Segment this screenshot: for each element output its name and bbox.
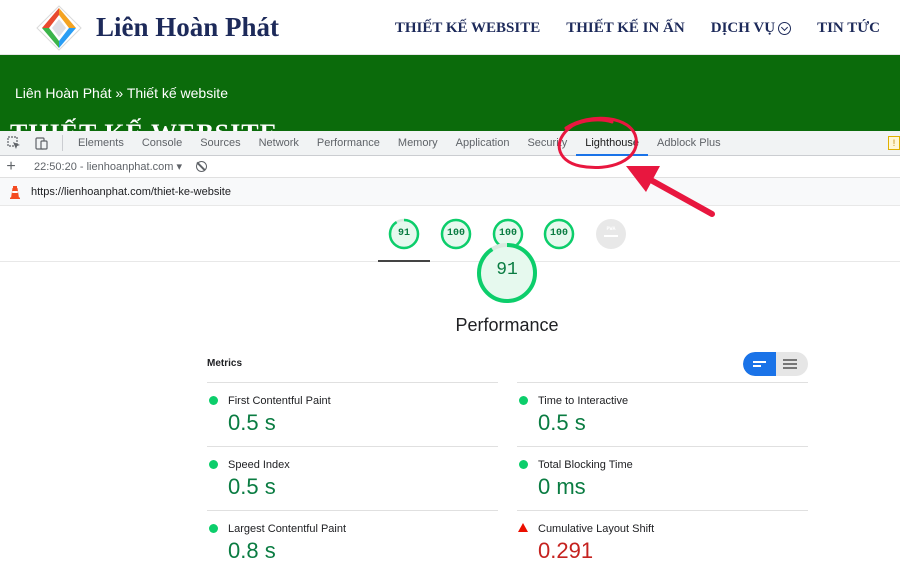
page: Liên Hoàn Phát THIẾT KẾ WEBSITE THIẾT KẾ… [0, 0, 900, 571]
brand-logo-icon[interactable] [36, 5, 82, 51]
gauge-accessibility[interactable]: 100 [440, 218, 472, 250]
gauge-performance[interactable]: 91 [388, 218, 420, 250]
new-report-icon[interactable]: + [0, 158, 22, 176]
divider [62, 135, 63, 151]
compact-view-icon[interactable] [743, 352, 776, 376]
metric-name: Cumulative Layout Shift [538, 523, 655, 535]
tab-application[interactable]: Application [447, 131, 519, 156]
pass-indicator-icon [209, 524, 218, 533]
main-nav: THIẾT KẾ WEBSITE THIẾT KẾ IN ẤN DỊCH VỤ … [395, 20, 880, 37]
tab-sources[interactable]: Sources [191, 131, 249, 156]
metric-time-to-interactive: Time to Interactive 0.5 s [517, 383, 808, 447]
metric-value: 0 ms [538, 474, 586, 499]
report-url[interactable]: https://lienhoanphat.com/thiet-ke-websit… [31, 186, 231, 198]
metric-first-contentful-paint: First Contentful Paint 0.5 s [207, 383, 498, 447]
site-header: Liên Hoàn Phát THIẾT KẾ WEBSITE THIẾT KẾ… [0, 0, 900, 55]
chevron-down-circle-icon [778, 22, 792, 35]
tab-lighthouse[interactable]: Lighthouse [576, 131, 649, 156]
tab-memory[interactable]: Memory [389, 131, 447, 156]
gauge-score: PWA [606, 226, 616, 232]
nav-label: THIẾT KẾ WEBSITE [394, 20, 541, 36]
metric-name: Largest Contentful Paint [228, 523, 347, 535]
metric-cumulative-layout-shift: Cumulative Layout Shift 0.291 [517, 511, 808, 571]
performance-title: Performance [455, 315, 559, 335]
gauge-pwa[interactable]: PWA [595, 218, 627, 250]
tab-elements[interactable]: Elements [69, 131, 133, 156]
report-selector[interactable]: 22:50:20 - lienhoanphat.com ▾ [34, 160, 182, 173]
metric-speed-index: Speed Index 0.5 s [207, 447, 498, 511]
warning-icon[interactable]: ! [888, 136, 900, 150]
pass-indicator-icon [209, 396, 218, 405]
metrics-header: Metrics [207, 358, 243, 369]
page-title: THIẾT KẾ WEBSITE [10, 119, 278, 131]
device-toolbar-icon[interactable] [28, 131, 56, 156]
fail-indicator-icon [518, 523, 528, 532]
nav-print-design[interactable]: THIẾT KẾ IN ẤN [566, 20, 685, 37]
performance-score: 91 [496, 260, 518, 280]
pass-indicator-icon [209, 460, 218, 469]
brand-name[interactable]: Liên Hoàn Phát [96, 12, 279, 43]
gauge-seo[interactable]: 100 [543, 218, 575, 250]
nav-news[interactable]: TIN TỨC [817, 20, 880, 37]
tab-security[interactable]: Security [518, 131, 576, 156]
nav-services[interactable]: DỊCH VỤ [710, 20, 792, 37]
score-gauges: 91 100 100 100 PWA [0, 207, 900, 262]
metric-value: 0.291 [538, 538, 594, 563]
clear-reports-icon[interactable] [196, 161, 208, 172]
gauge-score: 100 [446, 228, 465, 239]
lighthouse-toolbar: + 22:50:20 - lienhoanphat.com ▾ [0, 156, 900, 178]
metric-value: 0.8 s [228, 538, 276, 563]
metric-total-blocking-time: Total Blocking Time 0 ms [517, 447, 808, 511]
nav-label: THIẾT KẾ IN ẤN [566, 20, 685, 36]
gauge-score: 100 [549, 228, 568, 239]
page-banner: Liên Hoàn Phát » Thiết kế website THIẾT … [0, 55, 900, 131]
nav-website-design[interactable]: THIẾT KẾ WEBSITE [395, 20, 540, 37]
expanded-view-icon[interactable] [776, 352, 808, 376]
report-url-bar: https://lienhoanphat.com/thiet-ke-websit… [0, 178, 900, 206]
gauge-score: 91 [397, 228, 410, 239]
pass-indicator-icon [519, 460, 528, 469]
metric-value: 0.5 s [538, 410, 586, 435]
tab-network[interactable]: Network [250, 131, 308, 156]
metric-name: First Contentful Paint [228, 395, 331, 407]
nav-label: TIN TỨC [817, 20, 880, 36]
breadcrumb[interactable]: Liên Hoàn Phát » Thiết kế website [15, 85, 228, 101]
devtools-tab-strip: Elements Console Sources Network Perform… [0, 131, 900, 156]
metric-name: Total Blocking Time [538, 459, 633, 471]
metric-value: 0.5 s [228, 410, 276, 435]
inspect-element-icon[interactable] [0, 131, 28, 156]
metric-name: Speed Index [228, 459, 290, 471]
selected-gauge-indicator [378, 260, 430, 262]
pass-indicator-icon [519, 396, 528, 405]
metric-value: 0.5 s [228, 474, 276, 499]
lighthouse-logo-icon [10, 185, 20, 199]
tab-adblock-plus[interactable]: Adblock Plus [648, 131, 730, 156]
metric-name: Time to Interactive [538, 395, 629, 407]
metrics-view-toggle[interactable] [743, 352, 808, 376]
nav-label: DỊCH VỤ [710, 20, 776, 36]
metric-largest-contentful-paint: Largest Contentful Paint 0.8 s [207, 511, 498, 571]
report-selector-label: 22:50:20 - lienhoanphat.com [34, 161, 174, 173]
tab-performance[interactable]: Performance [308, 131, 389, 156]
tab-console[interactable]: Console [133, 131, 191, 156]
